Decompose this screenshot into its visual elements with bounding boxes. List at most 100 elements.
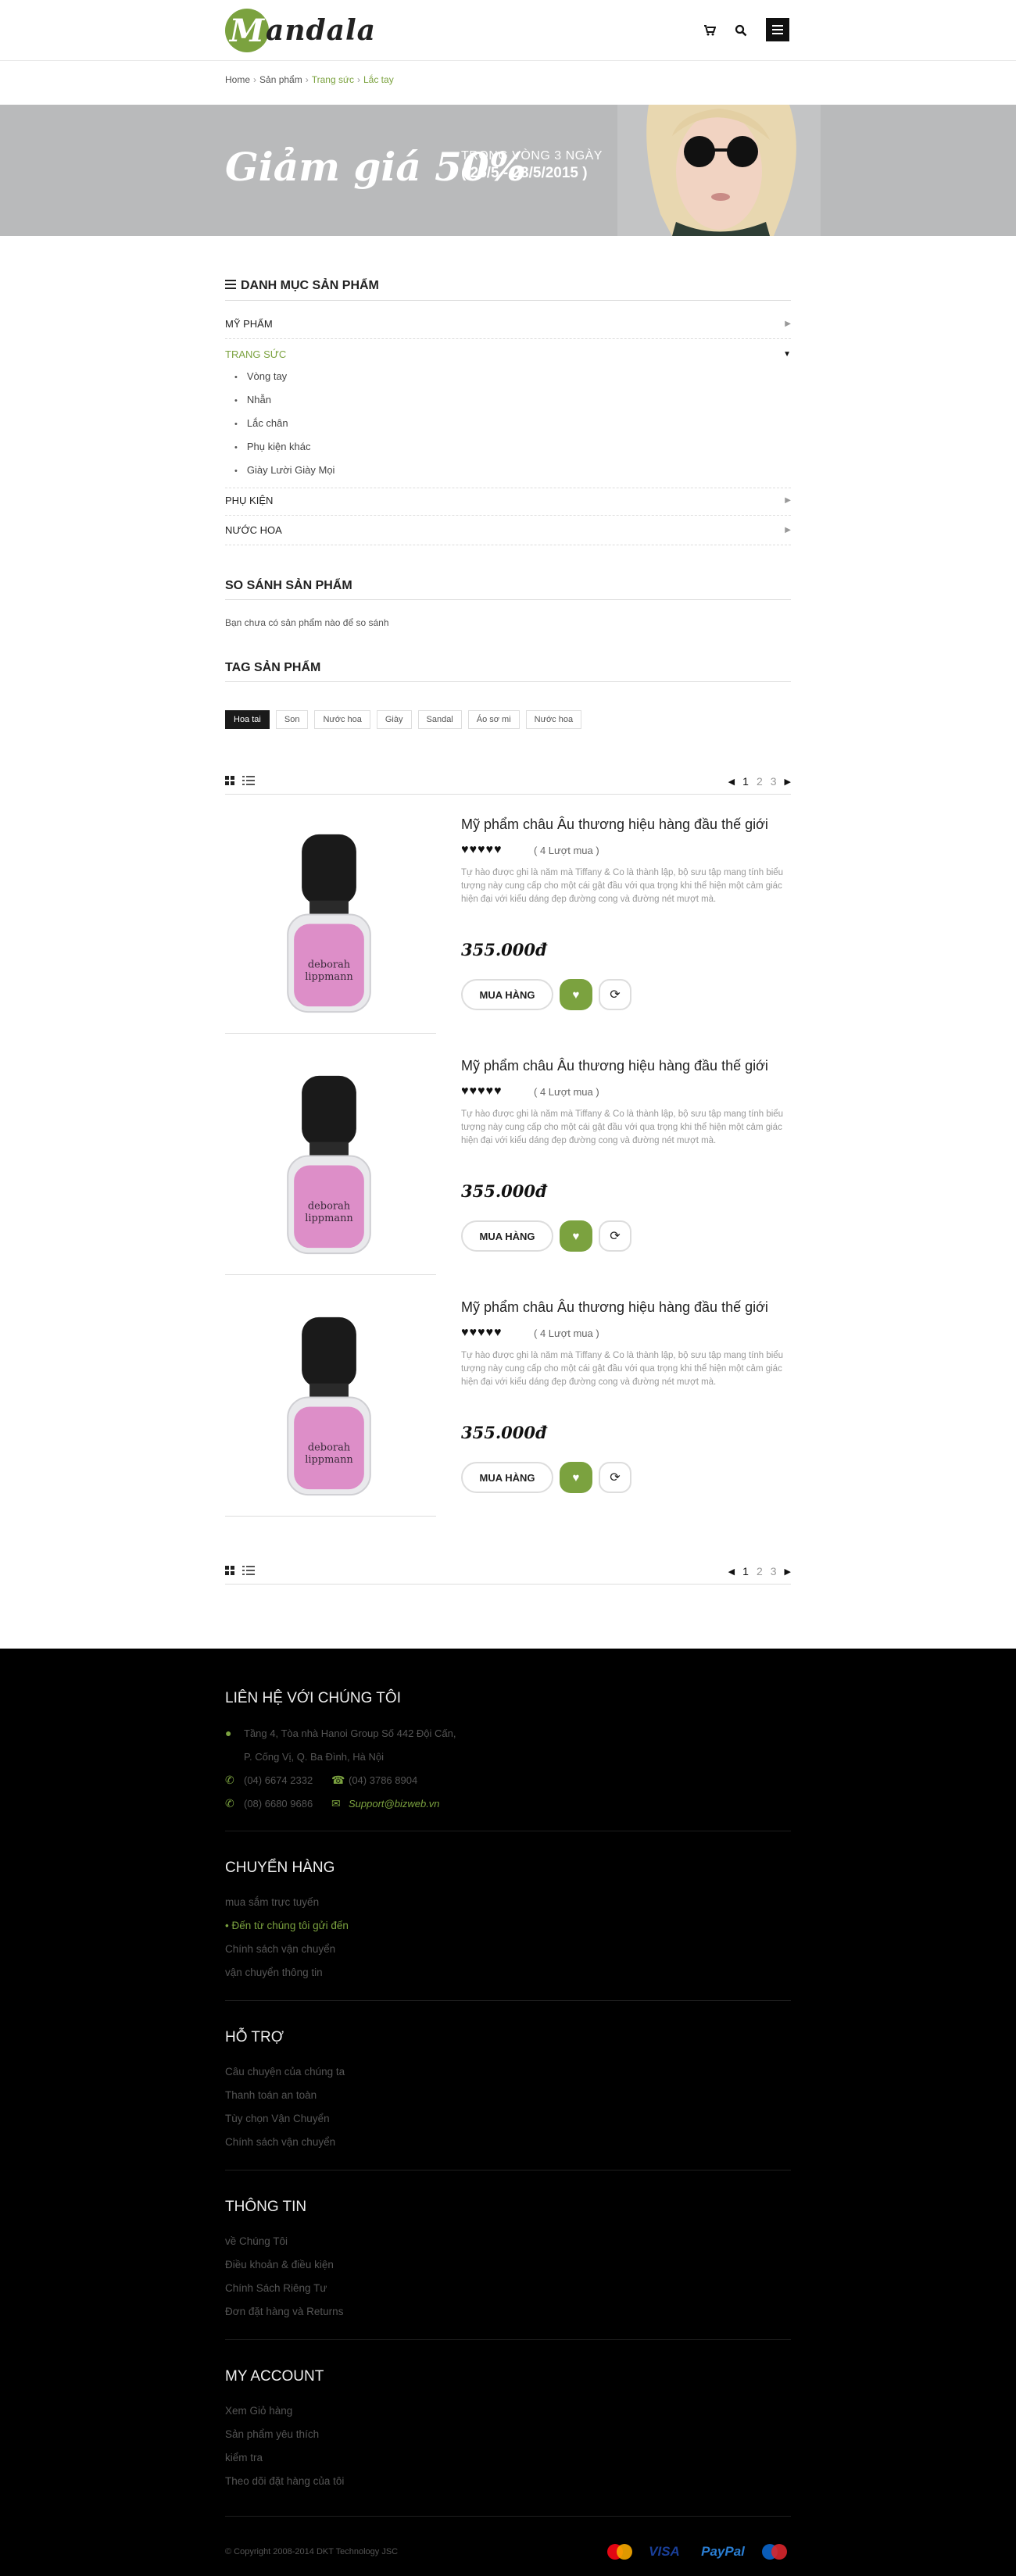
wishlist-heart-icon[interactable]: ♥: [560, 979, 592, 1010]
breadcrumb-current: Lắc tay: [363, 74, 394, 85]
prev-page-icon[interactable]: ◀: [728, 1567, 735, 1577]
prev-page-icon[interactable]: ◀: [728, 777, 735, 787]
page-link[interactable]: 3: [771, 775, 777, 788]
wishlist-heart-icon[interactable]: ♥: [560, 1462, 592, 1493]
banner-line2: ( 25/5 - 28/5/2015 ): [461, 165, 588, 181]
contact-phone1: (04) 6674 2332: [244, 1774, 313, 1786]
compare-refresh-icon[interactable]: ⟳: [599, 1220, 631, 1252]
tag-item[interactable]: Nước hoa: [314, 710, 370, 729]
page-link[interactable]: 1: [742, 775, 749, 788]
footer-link[interactable]: kiểm tra: [225, 2452, 263, 2463]
site-logo[interactable]: M andala: [225, 8, 376, 53]
page-link[interactable]: 3: [771, 1565, 777, 1577]
purchase-count: ( 4 Lượt mua ): [534, 1086, 599, 1098]
page-link[interactable]: 2: [757, 775, 763, 788]
compare-empty-text: Bạn chưa có sản phẩm nào để so sánh: [225, 617, 389, 628]
category-title: DANH MỤC SẢN PHẨM: [225, 279, 791, 293]
breadcrumb-jewelry[interactable]: Trang sức: [312, 74, 354, 85]
category-item-phu-kien[interactable]: PHỤ KIỆN ▶: [225, 486, 791, 516]
footer-link[interactable]: Câu chuyện của chúng ta: [225, 2066, 345, 2078]
pagination-top: ◀ 1 2 3 ▶: [728, 775, 791, 788]
footer-link[interactable]: Xem Giỏ hàng: [225, 2405, 292, 2417]
subcategory-item[interactable]: Phụ kiện khác: [234, 441, 311, 452]
category-item-my-pham[interactable]: MỸ PHẨM ▶: [225, 309, 791, 339]
footer-link[interactable]: Chính sách vận chuyển: [225, 1943, 335, 1955]
footer-account-title: MY ACCOUNT: [225, 2368, 324, 2385]
subcategory-item[interactable]: Vòng tay: [234, 370, 287, 382]
next-page-icon[interactable]: ▶: [785, 777, 791, 787]
brand-label-line1: deborah: [308, 959, 350, 970]
footer-link[interactable]: vận chuyển thông tin: [225, 1967, 323, 1978]
tag-item[interactable]: Hoa tai: [225, 710, 270, 729]
footer-link[interactable]: Chính sách vận chuyển: [225, 2136, 335, 2148]
tag-item[interactable]: Sandal: [417, 710, 462, 729]
category-item-nuoc-hoa[interactable]: NƯỚC HOA ▶: [225, 516, 791, 545]
footer-link[interactable]: Thanh toán an toàn: [225, 2089, 317, 2101]
search-icon[interactable]: [731, 20, 751, 41]
product-image[interactable]: deborah lippmann: [225, 815, 436, 1034]
logo-badge: M: [225, 9, 269, 52]
cart-icon[interactable]: [699, 20, 720, 41]
next-page-icon[interactable]: ▶: [785, 1567, 791, 1577]
subcategory-item[interactable]: Giày Lười Giày Mọi: [234, 464, 335, 476]
footer-link[interactable]: Chính Sách Riêng Tư: [225, 2282, 327, 2294]
product-card: deborah lippmann Mỹ phẩm châu Âu thương …: [225, 1298, 791, 1524]
footer-link[interactable]: Đến từ chúng tôi gửi đến: [225, 1920, 348, 1931]
buy-button[interactable]: MUA HÀNG: [461, 1462, 553, 1493]
hamburger-icon[interactable]: [766, 18, 789, 41]
breadcrumb-home[interactable]: Home: [225, 74, 250, 85]
email-icon: ✉: [331, 1797, 341, 1810]
footer-link[interactable]: Theo dõi đặt hàng của tôi: [225, 2475, 344, 2487]
product-description: Tự hào được ghi là năm mà Tiffany & Co l…: [461, 1109, 784, 1145]
list-view-icon[interactable]: [242, 775, 255, 788]
maestro-icon: [762, 2544, 787, 2560]
subcategory-item[interactable]: Lắc chân: [234, 417, 288, 429]
listing-toolbar-bottom: ◀ 1 2 3 ▶: [225, 1562, 791, 1581]
list-view-icon[interactable]: [242, 1565, 255, 1577]
page-link[interactable]: 1: [742, 1565, 749, 1577]
contact-fax: (04) 3786 8904: [349, 1774, 418, 1786]
footer-link[interactable]: Đơn đặt hàng và Returns: [225, 2306, 343, 2317]
compare-refresh-icon[interactable]: ⟳: [599, 1462, 631, 1493]
contact-address-line1: Tầng 4, Tòa nhà Hanoi Group Số 442 Đội C…: [244, 1727, 456, 1739]
footer-link[interactable]: về Chúng Tôi: [225, 2235, 288, 2247]
wishlist-heart-icon[interactable]: ♥: [560, 1220, 592, 1252]
buy-button[interactable]: MUA HÀNG: [461, 979, 553, 1010]
footer-link[interactable]: Sản phẩm yêu thích: [225, 2428, 319, 2440]
product-card: deborah lippmann Mỹ phẩm châu Âu thương …: [225, 815, 791, 1041]
model-image: [617, 105, 821, 236]
product-name[interactable]: Mỹ phẩm châu Âu thương hiệu hàng đầu thế…: [461, 816, 768, 833]
pagination-bottom: ◀ 1 2 3 ▶: [728, 1565, 791, 1577]
product-name[interactable]: Mỹ phẩm châu Âu thương hiệu hàng đầu thế…: [461, 1058, 768, 1074]
subcategory-item[interactable]: Nhẫn: [234, 394, 271, 406]
tag-list: Hoa tai Son Nước hoa Giày Sandal Áo sơ m…: [225, 710, 582, 729]
buy-button[interactable]: MUA HÀNG: [461, 1220, 553, 1252]
footer-link[interactable]: Tùy chọn Vận Chuyển: [225, 2113, 330, 2124]
contact-email[interactable]: Support@bizweb.vn: [349, 1798, 440, 1810]
brand-label-line2: lippmann: [305, 1213, 353, 1224]
banner-line1: TRONG VÒNG 3 NGÀY: [461, 149, 603, 163]
breadcrumb-products[interactable]: Sản phẩm: [259, 74, 302, 85]
compare-refresh-icon[interactable]: ⟳: [599, 979, 631, 1010]
product-price: 355.000đ: [461, 940, 547, 959]
grid-view-icon[interactable]: [225, 775, 234, 788]
contact-address-line2: P. Cống Vị, Q. Ba Đình, Hà Nội: [244, 1751, 384, 1763]
category-label: MỸ PHẨM: [225, 318, 273, 330]
tag-item[interactable]: Nước hoa: [525, 710, 582, 729]
page-link[interactable]: 2: [757, 1565, 763, 1577]
tag-item[interactable]: Giày: [376, 710, 412, 729]
category-item-trang-suc[interactable]: TRANG SỨC ▼: [225, 339, 791, 369]
product-price: 355.000đ: [461, 1423, 547, 1442]
tag-item[interactable]: Son: [275, 710, 309, 729]
product-image[interactable]: deborah lippmann: [225, 1056, 436, 1275]
site-header: M andala: [0, 0, 1016, 61]
footer-link[interactable]: Điều khoản & điều kiện: [225, 2259, 334, 2271]
grid-view-icon[interactable]: [225, 1565, 234, 1577]
footer-link[interactable]: mua sắm trực tuyến: [225, 1896, 319, 1908]
product-image[interactable]: deborah lippmann: [225, 1298, 436, 1517]
tag-item[interactable]: Áo sơ mi: [467, 710, 520, 729]
purchase-count: ( 4 Lượt mua ): [534, 845, 599, 856]
mastercard-icon: [607, 2544, 632, 2560]
promo-banner[interactable]: Giảm giá 50% TRONG VÒNG 3 NGÀY ( 25/5 - …: [0, 105, 1016, 236]
product-name[interactable]: Mỹ phẩm châu Âu thương hiệu hàng đầu thế…: [461, 1299, 768, 1316]
